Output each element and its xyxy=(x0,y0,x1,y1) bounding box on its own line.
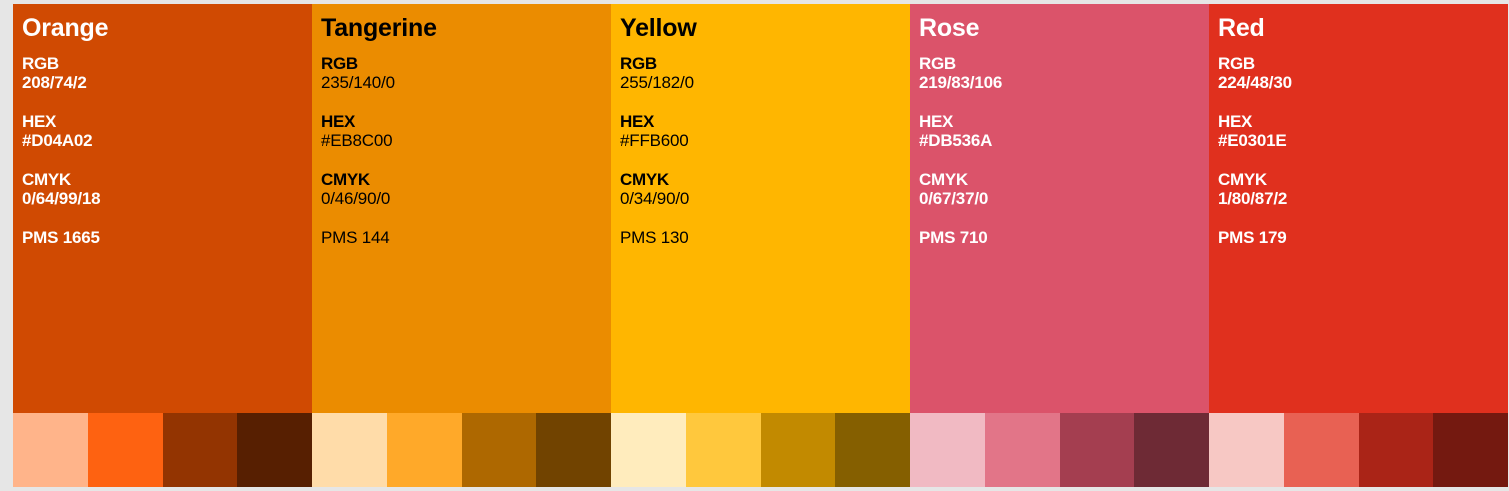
tint-darkest xyxy=(1433,413,1508,487)
swatch-red: Red RGB 224/48/30 HEX #E0301E CMYK 1/80/… xyxy=(1209,4,1508,487)
rgb-spec: RGB 235/140/0 xyxy=(321,54,611,92)
tint-light xyxy=(386,413,462,487)
rgb-spec: RGB 219/83/106 xyxy=(919,54,1209,92)
rgb-label: RGB xyxy=(919,54,956,73)
swatch-yellow: Yellow RGB 255/182/0 HEX #FFB600 CMYK 0/… xyxy=(611,4,910,487)
tint-lightest xyxy=(312,413,387,487)
swatch-tangerine: Tangerine RGB 235/140/0 HEX #EB8C00 CMYK… xyxy=(312,4,611,487)
hex-value: #FFB600 xyxy=(620,131,689,150)
hex-value: #D04A02 xyxy=(22,131,93,150)
tint-row xyxy=(1209,413,1508,487)
tint-dark xyxy=(1059,413,1135,487)
cmyk-label: CMYK xyxy=(1218,170,1267,189)
cmyk-value: 0/46/90/0 xyxy=(321,189,391,208)
color-palette: Orange RGB 208/74/2 HEX #D04A02 CMYK 0/6… xyxy=(13,4,1508,487)
cmyk-spec: CMYK 0/67/37/0 xyxy=(919,170,1209,208)
tint-darkest xyxy=(237,413,312,487)
hex-value: #E0301E xyxy=(1218,131,1287,150)
rgb-label: RGB xyxy=(620,54,657,73)
rgb-label: RGB xyxy=(321,54,358,73)
pms-value: PMS 179 xyxy=(1218,228,1287,247)
hex-spec: HEX #DB536A xyxy=(919,112,1209,150)
color-name: Rose xyxy=(919,14,980,42)
rgb-label: RGB xyxy=(22,54,59,73)
color-name: Orange xyxy=(22,14,109,42)
cmyk-value: 0/67/37/0 xyxy=(919,189,989,208)
pms-value: PMS 1665 xyxy=(22,228,100,247)
rgb-value: 255/182/0 xyxy=(620,73,694,92)
cmyk-value: 0/34/90/0 xyxy=(620,189,690,208)
cmyk-label: CMYK xyxy=(919,170,968,189)
swatch-rose: Rose RGB 219/83/106 HEX #DB536A CMYK 0/6… xyxy=(910,4,1209,487)
pms-value: PMS 710 xyxy=(919,228,988,247)
tint-lightest xyxy=(910,413,985,487)
rgb-label: RGB xyxy=(1218,54,1255,73)
cmyk-label: CMYK xyxy=(620,170,669,189)
color-name: Yellow xyxy=(620,14,697,42)
tint-lightest xyxy=(13,413,88,487)
hex-spec: HEX #FFB600 xyxy=(620,112,910,150)
tint-lightest xyxy=(611,413,686,487)
cmyk-label: CMYK xyxy=(321,170,370,189)
hex-value: #DB536A xyxy=(919,131,993,150)
hex-label: HEX xyxy=(321,112,356,131)
swatch-orange: Orange RGB 208/74/2 HEX #D04A02 CMYK 0/6… xyxy=(13,4,312,487)
tint-dark xyxy=(760,413,836,487)
cmyk-label: CMYK xyxy=(22,170,71,189)
tint-darkest xyxy=(536,413,611,487)
tint-light xyxy=(1283,413,1359,487)
swatch-body: Yellow RGB 255/182/0 HEX #FFB600 CMYK 0/… xyxy=(611,4,910,413)
hex-label: HEX xyxy=(620,112,655,131)
hex-spec: HEX #EB8C00 xyxy=(321,112,611,150)
rgb-spec: RGB 208/74/2 xyxy=(22,54,312,92)
swatch-body: Orange RGB 208/74/2 HEX #D04A02 CMYK 0/6… xyxy=(13,4,312,413)
cmyk-value: 1/80/87/2 xyxy=(1218,189,1288,208)
tint-darkest xyxy=(835,413,910,487)
color-name: Red xyxy=(1218,14,1265,42)
tint-light xyxy=(685,413,761,487)
tint-row xyxy=(910,413,1209,487)
hex-value: #EB8C00 xyxy=(321,131,393,150)
rgb-value: 235/140/0 xyxy=(321,73,395,92)
tint-light xyxy=(87,413,163,487)
cmyk-value: 0/64/99/18 xyxy=(22,189,101,208)
tint-row xyxy=(312,413,611,487)
rgb-spec: RGB 255/182/0 xyxy=(620,54,910,92)
hex-label: HEX xyxy=(22,112,57,131)
hex-spec: HEX #E0301E xyxy=(1218,112,1508,150)
tint-dark xyxy=(461,413,537,487)
rgb-value: 208/74/2 xyxy=(22,73,87,92)
rgb-value: 219/83/106 xyxy=(919,73,1003,92)
swatch-body: Tangerine RGB 235/140/0 HEX #EB8C00 CMYK… xyxy=(312,4,611,413)
cmyk-spec: CMYK 0/34/90/0 xyxy=(620,170,910,208)
tint-row xyxy=(611,413,910,487)
hex-label: HEX xyxy=(1218,112,1253,131)
cmyk-spec: CMYK 0/46/90/0 xyxy=(321,170,611,208)
tint-light xyxy=(984,413,1060,487)
tint-lightest xyxy=(1209,413,1284,487)
hex-spec: HEX #D04A02 xyxy=(22,112,312,150)
tint-dark xyxy=(162,413,238,487)
swatch-body: Rose RGB 219/83/106 HEX #DB536A CMYK 0/6… xyxy=(910,4,1209,413)
rgb-spec: RGB 224/48/30 xyxy=(1218,54,1508,92)
tint-row xyxy=(13,413,312,487)
tint-dark xyxy=(1358,413,1434,487)
cmyk-spec: CMYK 0/64/99/18 xyxy=(22,170,312,208)
cmyk-spec: CMYK 1/80/87/2 xyxy=(1218,170,1508,208)
swatch-body: Red RGB 224/48/30 HEX #E0301E CMYK 1/80/… xyxy=(1209,4,1508,413)
pms-value: PMS 130 xyxy=(620,228,689,247)
tint-darkest xyxy=(1134,413,1209,487)
hex-label: HEX xyxy=(919,112,954,131)
rgb-value: 224/48/30 xyxy=(1218,73,1292,92)
pms-value: PMS 144 xyxy=(321,228,390,247)
color-name: Tangerine xyxy=(321,14,437,42)
